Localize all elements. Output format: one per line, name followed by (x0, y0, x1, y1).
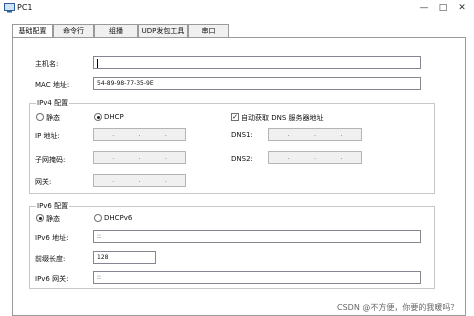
maximize-button[interactable]: □ (436, 2, 450, 14)
auto-dns-label: 自动获取 DNS 服务器地址 (241, 114, 324, 122)
ipv6-dhcpv6-label: DHCPv6 (104, 214, 133, 222)
tab-multicast[interactable]: 组播 (94, 24, 138, 37)
ipv6-dhcpv6-radio[interactable] (94, 214, 102, 222)
ipv4-static-radio[interactable] (36, 113, 44, 121)
tab-udp-tool[interactable]: UDP发包工具 (138, 24, 188, 37)
ipv4-static-label: 静态 (46, 114, 60, 122)
dns1-field: ... (268, 128, 362, 141)
ip-address-label: IP 地址: (35, 132, 60, 140)
watermark-text: CSDN @不方便，你要的我暖吗？ (337, 303, 459, 312)
window-title: PC1 (17, 3, 33, 12)
minimize-button[interactable]: — (417, 2, 431, 14)
ip-address-field: ... (93, 128, 186, 141)
ipv6-address-label: IPv6 地址: (35, 234, 69, 242)
dns2-label: DNS2: (231, 155, 253, 163)
ipv4-dhcp-radio[interactable] (94, 113, 102, 121)
dns2-field: ... (268, 151, 362, 164)
mac-field[interactable]: 54-89-98-77-35-9E (93, 77, 421, 90)
hostname-label: 主机名: (35, 60, 59, 68)
pc-icon (4, 3, 15, 13)
ipv6-static-radio[interactable] (36, 214, 44, 222)
tab-command-line[interactable]: 命令行 (53, 24, 94, 37)
tab-basic-config[interactable]: 基础配置 (12, 24, 53, 38)
gateway-label: 网关: (35, 178, 52, 186)
ipv6-address-input[interactable]: :: (93, 230, 421, 243)
ipv6-static-label: 静态 (46, 215, 60, 223)
title-bar: PC1 — □ ✕ (0, 0, 474, 17)
subnet-mask-field: ... (93, 151, 186, 164)
gateway-field: ... (93, 174, 186, 187)
prefix-length-input[interactable]: 128 (93, 251, 156, 264)
ipv6-gateway-label: IPv6 网关: (35, 275, 69, 283)
hostname-input[interactable] (93, 56, 421, 69)
ipv4-group-title: IPv4 配置 (36, 99, 70, 108)
ipv6-group-title: IPv6 配置 (36, 202, 70, 211)
subnet-mask-label: 子网掩码: (35, 156, 66, 164)
text-caret (97, 58, 98, 68)
close-button[interactable]: ✕ (455, 2, 469, 14)
auto-dns-checkbox[interactable]: ✓ (231, 113, 239, 121)
tab-serial[interactable]: 串口 (188, 24, 229, 37)
prefix-length-label: 前缀长度: (35, 255, 66, 263)
ipv4-dhcp-label: DHCP (104, 113, 124, 121)
dns1-label: DNS1: (231, 131, 253, 139)
mac-label: MAC 地址: (35, 81, 70, 89)
ipv6-gateway-input[interactable]: :: (93, 271, 421, 284)
